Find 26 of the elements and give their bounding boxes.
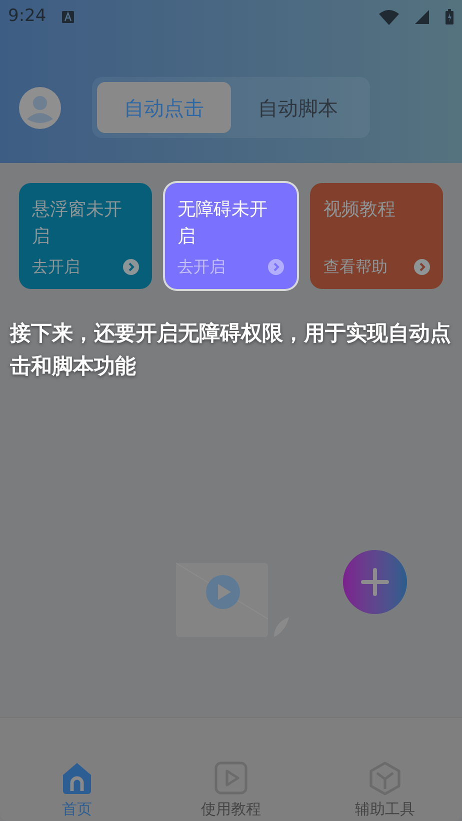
- avatar-icon[interactable]: [19, 86, 61, 128]
- battery-icon: [445, 9, 454, 25]
- chevron-icon: [268, 259, 284, 275]
- wifi-icon: [379, 10, 399, 24]
- card-action: 去开启: [178, 256, 226, 278]
- card-action: 去开启: [32, 256, 80, 278]
- status-card[interactable]: 悬浮窗未开启 去开启: [19, 183, 152, 289]
- card-action: 查看帮助: [323, 256, 388, 278]
- plus-icon: [361, 568, 389, 596]
- status-card[interactable]: 视频教程 查看帮助: [310, 183, 444, 289]
- nav-item[interactable]: 使用教程: [154, 761, 308, 820]
- nav-item[interactable]: 辅助工具: [308, 761, 462, 820]
- signal-icon: [415, 10, 429, 24]
- chevron-icon: [414, 259, 430, 275]
- card-title: 无障碍未开启: [178, 198, 269, 249]
- chevron-icon: [122, 259, 139, 275]
- tab[interactable]: 自动点击: [97, 82, 231, 133]
- tab[interactable]: 自动脚本: [231, 82, 365, 133]
- nav-item[interactable]: 首页: [0, 761, 154, 820]
- keyboard-icon: [62, 11, 74, 23]
- home-icon: [60, 761, 94, 795]
- guide-text: 接下来，还要开启无障碍权限，用于实现自动点击和脚本功能: [8, 320, 452, 380]
- status-card[interactable]: 无障碍未开启 去开启: [164, 183, 298, 289]
- status-time: 9:24: [8, 5, 46, 28]
- card-title: 悬浮窗未开启: [32, 198, 123, 249]
- card-title: 视频教程: [323, 198, 396, 222]
